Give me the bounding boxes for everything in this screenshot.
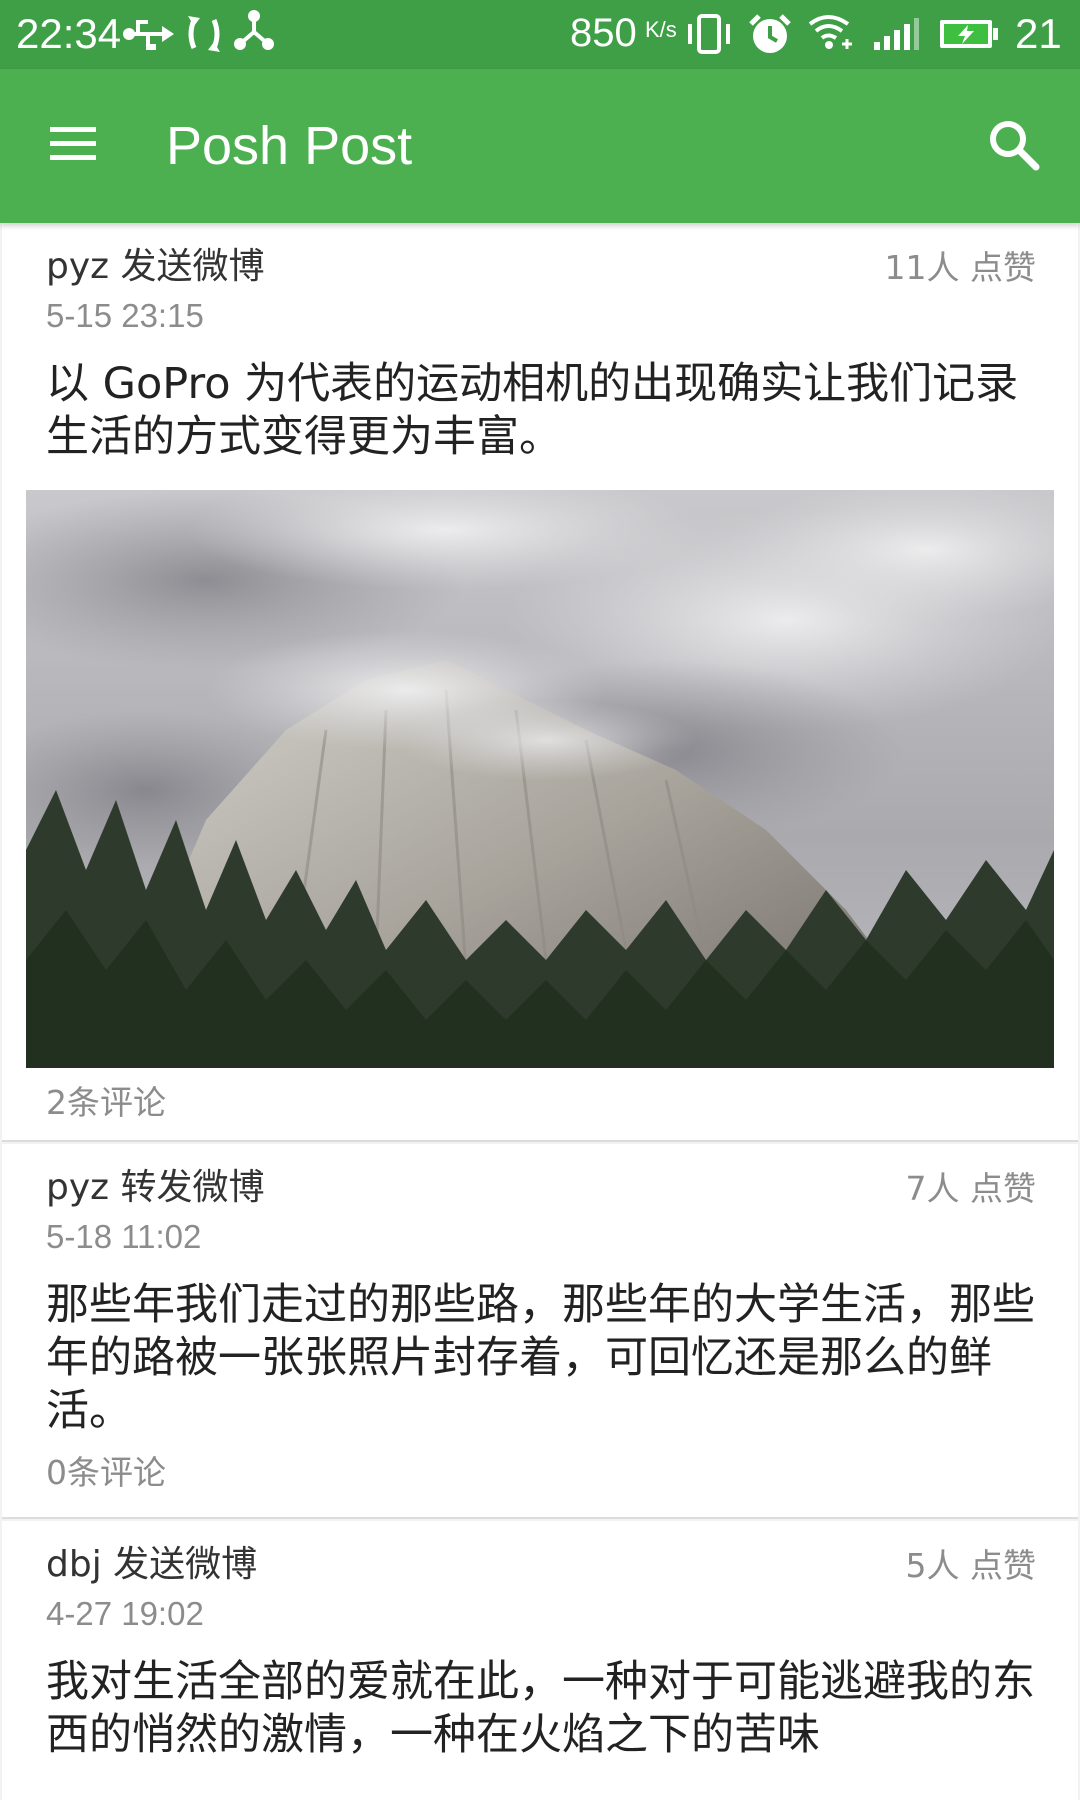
post-image[interactable] — [26, 490, 1054, 1068]
like-count[interactable]: 7人 点赞 — [906, 1168, 1037, 1210]
app-title: Posh Post — [166, 116, 413, 176]
post-author[interactable]: pyz 发送微博 — [46, 245, 265, 289]
vibrate-icon — [688, 14, 730, 54]
battery-charging-icon — [940, 20, 998, 48]
like-count[interactable]: 11人 点赞 — [885, 247, 1036, 289]
battery-level: 21 — [1015, 10, 1062, 57]
mountain-photo — [26, 490, 1054, 1068]
post-text: 以 GoPro 为代表的运动相机的出现确实让我们记录生活的方式变得更为丰富。 — [46, 359, 1019, 462]
search-icon — [990, 121, 1040, 171]
menu-button[interactable] — [42, 115, 112, 175]
comment-count[interactable]: 0条评论 — [2, 1438, 1078, 1508]
post-text: 那些年我们走过的那些路，那些年的大学生活，那些年的路被一张张照片封存着，可回忆还… — [46, 1280, 1035, 1436]
post-feed[interactable]: pyz 发送微博 5-15 23:15 11人 点赞 以 GoPro 为代表的运… — [0, 223, 1080, 1800]
post-time: 5-18 11:02 — [46, 1218, 202, 1255]
like-count[interactable]: 5人 点赞 — [906, 1545, 1037, 1587]
post-text: 我对生活全部的爱就在此，一种对于可能逃避我的东西的悄然的激情，一种在火焰之下的苦… — [46, 1657, 1035, 1760]
post-author[interactable]: dbj 发送微博 — [46, 1543, 257, 1587]
menu-icon — [50, 127, 96, 160]
post-header: pyz 发送微博 5-15 23:15 11人 点赞 — [2, 223, 1078, 340]
comment-count[interactable]: 2条评论 — [2, 1068, 1078, 1138]
status-bar: 22:34 850 K/s 21 — [0, 0, 1080, 69]
post-card[interactable]: dbj 发送微博 4-27 19:02 5人 点赞 我对生活全部的爱就在此，一种… — [2, 1521, 1078, 1800]
post-card[interactable]: pyz 转发微博 5-18 11:02 7人 点赞 那些年我们走过的那些路，那些… — [2, 1144, 1078, 1519]
signal-icon — [874, 18, 919, 50]
usb-icon — [123, 20, 174, 50]
post-header: dbj 发送微博 4-27 19:02 5人 点赞 — [2, 1521, 1078, 1638]
search-button[interactable] — [982, 113, 1046, 177]
net-speed-unit: K/s — [645, 17, 677, 42]
post-card[interactable]: pyz 发送微博 5-15 23:15 11人 点赞 以 GoPro 为代表的运… — [2, 223, 1078, 1142]
share-icon — [234, 10, 274, 50]
status-time: 22:34 — [16, 10, 122, 57]
sync-icon — [188, 16, 220, 52]
wifi-icon — [808, 15, 852, 49]
post-author[interactable]: pyz 转发微博 — [46, 1166, 265, 1210]
app-bar: Posh Post — [0, 69, 1080, 223]
post-time: 5-15 23:15 — [46, 297, 204, 334]
net-speed: 850 — [570, 11, 637, 55]
post-time: 4-27 19:02 — [46, 1595, 204, 1632]
alarm-icon — [749, 14, 791, 53]
post-header: pyz 转发微博 5-18 11:02 7人 点赞 — [2, 1144, 1078, 1261]
